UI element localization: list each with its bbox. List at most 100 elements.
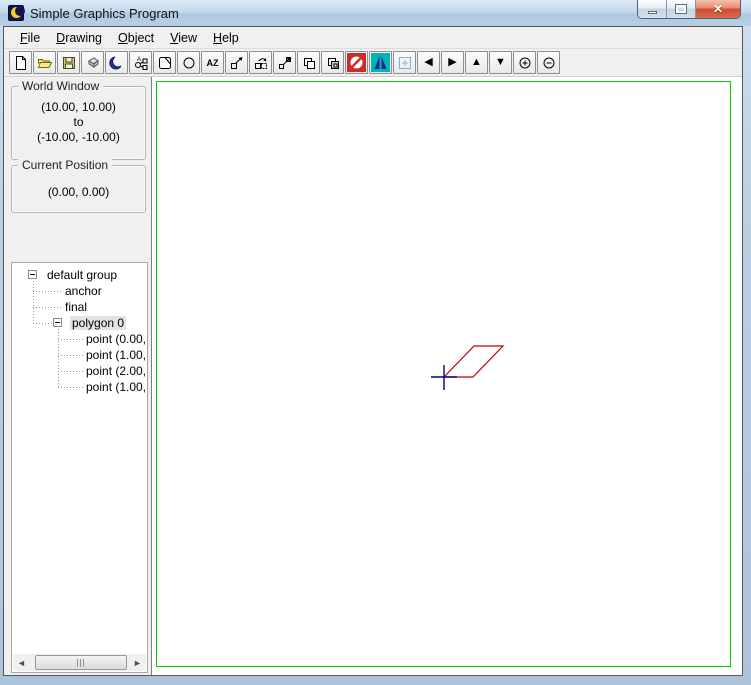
duplicate-tool-button[interactable] — [321, 51, 344, 74]
rotate-tool-button[interactable] — [249, 51, 272, 74]
ellipse-tool-button[interactable] — [177, 51, 200, 74]
current-position-value: (0.00, 0.00) — [12, 185, 145, 200]
menu-help[interactable]: Help — [205, 29, 247, 47]
eraser-button[interactable] — [81, 51, 104, 74]
close-button[interactable]: ✕ — [696, 0, 740, 18]
world-window-groupbox: World Window (10.00, 10.00) to (-10.00, … — [11, 86, 146, 160]
tree-item-point-2[interactable]: point (2.00, 1.00) — [84, 364, 146, 378]
plus-box-icon — [397, 55, 413, 71]
scrollbar-track[interactable] — [30, 654, 129, 671]
page-outline-icon — [157, 55, 173, 71]
tree-item-anchor[interactable]: anchor — [63, 284, 104, 298]
tree-connector — [58, 371, 84, 372]
menubar: File Drawing Object View Help — [4, 27, 742, 49]
copy-tool-button[interactable] — [297, 51, 320, 74]
tree-item-final[interactable]: final — [63, 300, 89, 314]
left-triangle-icon: ◀ — [424, 57, 432, 68]
app-window: Simple Graphics Program ✕ File Drawing O… — [0, 0, 751, 685]
save-file-button[interactable] — [57, 51, 80, 74]
scale-arrow-icon — [277, 55, 293, 71]
collapse-icon[interactable] — [53, 318, 62, 327]
world-window-to-word: to — [12, 115, 145, 130]
tree-content: default group anchor final — [13, 264, 146, 654]
open-folder-icon — [37, 55, 53, 71]
overlapping-squares-icon — [301, 55, 317, 71]
nav-up-button[interactable]: ▲ — [465, 51, 488, 74]
open-file-button[interactable] — [33, 51, 56, 74]
tree-connector — [33, 323, 53, 324]
minimize-icon — [648, 11, 657, 14]
rotate-arrow-icon — [253, 55, 269, 71]
crescent-tool-button[interactable] — [105, 51, 128, 74]
close-icon: ✕ — [713, 3, 723, 15]
main-body: World Window (10.00, 10.00) to (-10.00, … — [4, 77, 742, 675]
tree-connector — [58, 387, 84, 388]
current-position-groupbox: Current Position (0.00, 0.00) — [11, 165, 146, 213]
duplicate-squares-icon — [325, 55, 341, 71]
scroll-left-arrow[interactable]: ◄ — [13, 654, 30, 671]
collapse-icon[interactable] — [28, 270, 37, 279]
nav-right-button[interactable]: ▶ — [441, 51, 464, 74]
right-triangle-icon: ▶ — [448, 57, 456, 68]
flip-tool-button[interactable] — [369, 51, 392, 74]
app-logo-icon — [8, 5, 24, 21]
current-position-title: Current Position — [18, 158, 112, 172]
eraser-icon — [85, 55, 101, 71]
tree-item-point-0[interactable]: point (0.00, 0.00) — [84, 332, 146, 346]
nav-down-button[interactable]: ▼ — [489, 51, 512, 74]
menu-object[interactable]: Object — [110, 29, 162, 47]
up-triangle-icon: ▲ — [471, 57, 482, 68]
menu-file[interactable]: File — [12, 29, 48, 47]
window-controls: ✕ — [637, 0, 741, 19]
tree-row[interactable]: anchor — [13, 283, 146, 299]
move-arrow-icon — [229, 55, 245, 71]
object-tree: default group anchor final — [11, 262, 148, 673]
tree-row[interactable]: polygon 0 — [13, 315, 146, 331]
text-tool-button[interactable]: AZ — [201, 51, 224, 74]
tree-connector — [58, 355, 84, 356]
polygon-0-shape — [444, 346, 503, 377]
scroll-right-arrow[interactable]: ► — [129, 654, 146, 671]
text-tool-icon: AZ — [207, 58, 219, 68]
crescent-icon — [109, 55, 125, 71]
tree-item-default-group[interactable]: default group — [45, 268, 119, 282]
tree-item-point-1[interactable]: point (1.00, 1.00) — [84, 348, 146, 362]
world-window-to: (-10.00, -10.00) — [12, 130, 145, 145]
tree-row[interactable]: default group — [13, 267, 146, 283]
add-point-tool-button[interactable] — [393, 51, 416, 74]
menu-view[interactable]: View — [162, 29, 205, 47]
delete-tool-button[interactable] — [345, 51, 368, 74]
polygon-page-tool-button[interactable] — [153, 51, 176, 74]
save-floppy-icon — [61, 55, 77, 71]
tree-row[interactable]: point (1.00, 1.00) — [13, 347, 146, 363]
sidebar: World Window (10.00, 10.00) to (-10.00, … — [4, 77, 152, 675]
twin-triangles-icon — [371, 53, 390, 72]
window-title: Simple Graphics Program — [30, 6, 179, 21]
nav-left-button[interactable]: ◀ — [417, 51, 440, 74]
move-tool-button[interactable] — [225, 51, 248, 74]
zoom-in-button[interactable] — [513, 51, 536, 74]
zoom-in-icon — [517, 55, 533, 71]
tree-row[interactable]: point (1.00, 0.00) — [13, 379, 146, 395]
down-triangle-icon: ▼ — [495, 57, 506, 68]
tree-connector — [33, 291, 61, 292]
tree-row[interactable]: point (0.00, 0.00) — [13, 331, 146, 347]
drawing-canvas[interactable] — [152, 77, 742, 675]
menu-drawing[interactable]: Drawing — [48, 29, 110, 47]
scale-tool-button[interactable] — [273, 51, 296, 74]
tree-row[interactable]: point (2.00, 1.00) — [13, 363, 146, 379]
tree-item-point-3[interactable]: point (1.00, 0.00) — [84, 380, 146, 394]
new-document-button[interactable] — [9, 51, 32, 74]
tree-horizontal-scrollbar[interactable]: ◄ ► — [13, 654, 146, 671]
tree-item-polygon-0[interactable]: polygon 0 — [70, 316, 126, 330]
maximize-button[interactable] — [667, 0, 696, 18]
titlebar: Simple Graphics Program ✕ — [0, 0, 751, 26]
scrollbar-thumb[interactable] — [35, 655, 127, 670]
node-diagram-tool-button[interactable]: A — [129, 51, 152, 74]
zoom-out-icon — [541, 55, 557, 71]
scrollbar-grip-icon — [77, 659, 85, 667]
tree-row[interactable]: final — [13, 299, 146, 315]
canvas-shapes — [152, 77, 742, 675]
zoom-out-button[interactable] — [537, 51, 560, 74]
minimize-button[interactable] — [638, 0, 667, 18]
